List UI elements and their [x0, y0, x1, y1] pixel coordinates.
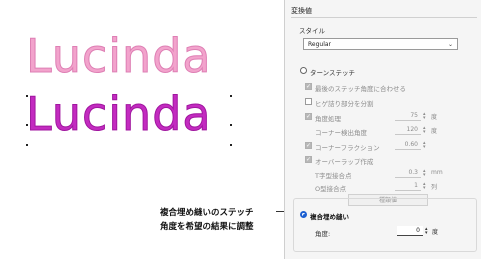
match-last-stitch-angle-label: 最後のステッチ角度に合わせる [315, 85, 406, 93]
angle-processing-checkbox[interactable]: ✓ [305, 113, 312, 120]
corner-fraction-label: コーナーフラクション [315, 144, 380, 152]
lucinda-sample-selected[interactable]: Lucinda [26, 91, 212, 138]
style-dropdown[interactable]: Regular ⌄ [303, 38, 458, 50]
complex-fill-section [293, 198, 477, 252]
chevron-down-icon: ⌄ [447, 41, 453, 48]
selection-handle[interactable] [26, 95, 28, 97]
selection-handle[interactable] [230, 124, 232, 126]
overlap-create-checkbox[interactable]: ✓ [305, 156, 312, 163]
t-junction-label: T字型接合点 [315, 172, 352, 180]
corner-detect-angle-field[interactable]: 120 [395, 125, 421, 135]
t-junction-field[interactable]: 0.3 [395, 168, 421, 178]
callout-text-line2: 角度を希望の結果に調整 [160, 222, 254, 232]
o-junction-field[interactable]: 1 [395, 181, 421, 191]
spinner-icon[interactable]: ▴ ▾ [423, 112, 426, 121]
corner-detect-angle-label: コーナー検出角度 [315, 129, 367, 137]
selection-handle[interactable] [230, 95, 232, 97]
turn-stitch-radio[interactable] [300, 67, 307, 74]
complex-fill-radio[interactable] [300, 211, 307, 218]
panel-title: 変換値 [291, 7, 312, 15]
corner-detect-angle-unit: 度 [431, 128, 438, 135]
spinner-icon[interactable]: ▴ ▾ [423, 169, 426, 178]
panel-divider [291, 17, 477, 18]
turn-stitch-label: ターンステッチ [310, 69, 356, 77]
angle-processing-field[interactable]: 75 [395, 111, 421, 121]
overlap-create-label: オーバーラップ作成 [315, 158, 374, 166]
angle-unit: 度 [432, 229, 439, 236]
corner-fraction-checkbox[interactable]: ✓ [305, 142, 312, 149]
spinner-icon[interactable]: ▴ ▾ [423, 182, 426, 191]
angle-processing-label: 角度処理 [315, 115, 341, 123]
selection-handle[interactable] [26, 124, 28, 126]
properties-panel: 変換値 スタイル Regular ⌄ ターンステッチ ✓ 最後のステッチ角度に合… [284, 0, 481, 259]
style-dropdown-value: Regular [308, 41, 332, 48]
o-junction-label: O型接合点 [315, 185, 347, 193]
angle-field[interactable]: 0 [397, 226, 423, 236]
callout-text-line1: 複合埋め縫いのステッチ [160, 208, 254, 218]
complex-fill-label: 複合埋め縫い [310, 213, 349, 221]
lucinda-sample-top: Lucinda [26, 29, 212, 83]
style-label: スタイル [299, 27, 325, 35]
split-whisker-label: ヒゲ詰り部分を分割 [315, 100, 374, 108]
match-last-stitch-angle-checkbox[interactable]: ✓ [305, 83, 312, 90]
split-whisker-checkbox[interactable] [305, 98, 312, 105]
selection-handle[interactable] [230, 144, 232, 146]
spinner-icon[interactable]: ▴ ▾ [423, 141, 426, 150]
spinner-icon[interactable]: ▴ ▾ [425, 227, 428, 236]
t-junction-unit: mm [431, 169, 443, 176]
o-junction-unit: 列 [431, 184, 438, 191]
angle-label: 角度: [315, 230, 331, 238]
angle-processing-unit: 度 [431, 114, 438, 121]
spinner-icon[interactable]: ▴ ▾ [423, 126, 426, 135]
corner-fraction-field[interactable]: 0.60 [395, 140, 421, 150]
selection-handle[interactable] [26, 144, 28, 146]
